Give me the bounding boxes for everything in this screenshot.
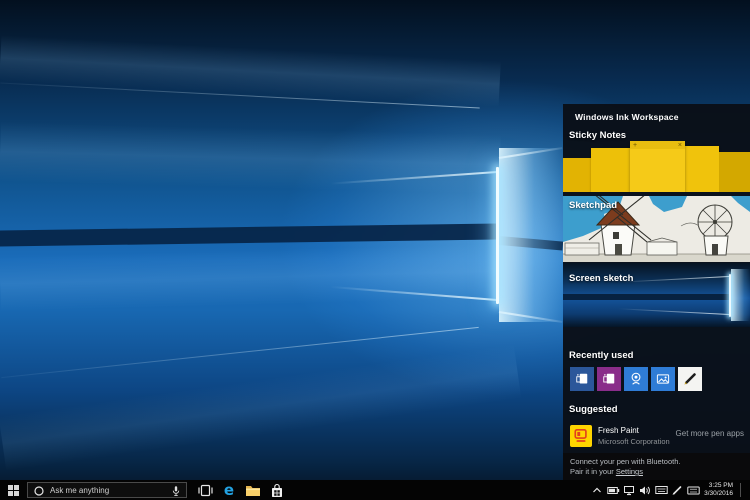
file-explorer-button[interactable] bbox=[241, 480, 265, 500]
touch-keyboard-icon bbox=[655, 485, 668, 495]
light-beam bbox=[0, 121, 501, 194]
volume-button[interactable] bbox=[637, 480, 653, 500]
store-button[interactable] bbox=[265, 480, 289, 500]
sticky-note bbox=[719, 152, 750, 192]
mini-wallpaper-edge bbox=[618, 308, 729, 315]
sticky-note-front: + × bbox=[630, 141, 685, 192]
file-explorer-icon bbox=[245, 484, 261, 497]
suggested-app-publisher: Microsoft Corporation bbox=[598, 437, 670, 446]
windows-logo-icon bbox=[8, 485, 19, 496]
tray-expand-button[interactable] bbox=[589, 480, 605, 500]
battery-button[interactable] bbox=[605, 480, 621, 500]
windows-ink-workspace-button[interactable] bbox=[669, 480, 685, 500]
task-view-icon bbox=[198, 484, 213, 497]
keyboard-icon bbox=[687, 486, 700, 495]
sticky-notes-preview[interactable]: + × bbox=[563, 141, 750, 192]
sketchpad-preview[interactable]: Sketchpad bbox=[563, 196, 750, 262]
touch-keyboard-button[interactable] bbox=[653, 480, 669, 500]
sticky-note-close-icon[interactable]: × bbox=[678, 142, 682, 149]
get-more-pen-apps-link[interactable]: Get more pen apps bbox=[676, 429, 744, 438]
photos-app-tile[interactable] bbox=[651, 367, 675, 391]
camera-app-icon bbox=[627, 370, 645, 388]
footer-line1: Connect your pen with Bluetooth. bbox=[570, 457, 681, 466]
footer-line2-text: Pair it in your bbox=[570, 467, 616, 476]
window-glow bbox=[499, 148, 563, 322]
cortana-circle-icon bbox=[34, 486, 44, 496]
sticky-notes-label: Sticky Notes bbox=[569, 130, 626, 141]
sketchpad-label: Sketchpad bbox=[569, 200, 617, 211]
screen-sketch-preview[interactable]: Screen sketch bbox=[563, 263, 750, 327]
sticky-note-add-icon[interactable]: + bbox=[633, 142, 637, 149]
chevron-up-icon bbox=[592, 486, 602, 494]
taskbar: e bbox=[0, 480, 750, 500]
footer-line2: Pair it in your Settings bbox=[570, 467, 643, 476]
onenote-app-tile[interactable] bbox=[597, 367, 621, 391]
windows-ink-workspace-panel: Windows Ink Workspace Sticky Notes + × bbox=[563, 104, 750, 480]
onenote-app-icon bbox=[600, 370, 618, 388]
screen-sketch-label: Screen sketch bbox=[569, 273, 633, 284]
system-tray: 3:25 PM 3/30/2016 bbox=[589, 480, 750, 500]
task-view-button[interactable] bbox=[193, 480, 217, 500]
mail-app-tile[interactable] bbox=[570, 367, 594, 391]
fresh-paint-app-icon[interactable] bbox=[570, 425, 592, 447]
battery-icon bbox=[607, 486, 620, 495]
panel-title: Windows Ink Workspace bbox=[575, 112, 679, 122]
suggested-app-name[interactable]: Fresh Paint bbox=[598, 426, 639, 435]
photos-app-icon bbox=[654, 370, 672, 388]
clock-time: 3:25 PM bbox=[701, 482, 733, 490]
pen-pairing-footer: Connect your pen with Bluetooth. Pair it… bbox=[563, 453, 750, 480]
mini-wallpaper-edge bbox=[618, 276, 729, 283]
light-beam bbox=[0, 243, 501, 311]
search-input[interactable] bbox=[50, 483, 168, 497]
store-icon bbox=[270, 483, 284, 498]
settings-link[interactable]: Settings bbox=[616, 467, 643, 476]
mini-wallpaper-glow bbox=[731, 269, 750, 321]
mini-wallpaper-crossbar bbox=[563, 294, 729, 300]
start-button[interactable] bbox=[0, 480, 26, 500]
show-desktop-button[interactable] bbox=[745, 480, 750, 500]
pen-icon bbox=[671, 484, 683, 496]
edge-button[interactable]: e bbox=[217, 480, 241, 500]
suggested-label: Suggested bbox=[569, 404, 618, 415]
sticky-note bbox=[685, 146, 719, 192]
desktop: Windows Ink Workspace Sticky Notes + × bbox=[0, 0, 750, 500]
network-button[interactable] bbox=[621, 480, 637, 500]
clock-date: 3/30/2016 bbox=[701, 490, 733, 498]
recently-used-label: Recently used bbox=[569, 350, 633, 361]
pen-sketch-app-tile[interactable] bbox=[678, 367, 702, 391]
network-icon bbox=[623, 485, 635, 496]
microphone-icon[interactable] bbox=[170, 485, 182, 497]
recently-used-apps bbox=[570, 367, 702, 391]
light-beam bbox=[0, 344, 521, 471]
keyboard-layout-button[interactable] bbox=[685, 480, 701, 500]
cortana-search-box[interactable] bbox=[27, 482, 187, 498]
taskbar-clock[interactable]: 3:25 PM 3/30/2016 bbox=[701, 482, 735, 498]
edge-icon: e bbox=[224, 483, 234, 498]
pen-app-icon bbox=[681, 370, 699, 388]
fresh-paint-logo bbox=[572, 427, 590, 445]
window-edge bbox=[496, 167, 499, 304]
mini-wallpaper-edge bbox=[729, 274, 731, 317]
window-crossbar bbox=[0, 224, 497, 247]
camera-app-tile[interactable] bbox=[624, 367, 648, 391]
speaker-icon bbox=[639, 485, 651, 496]
sticky-note bbox=[591, 148, 630, 192]
mail-app-icon bbox=[573, 370, 591, 388]
taskbar-separator bbox=[740, 483, 741, 497]
